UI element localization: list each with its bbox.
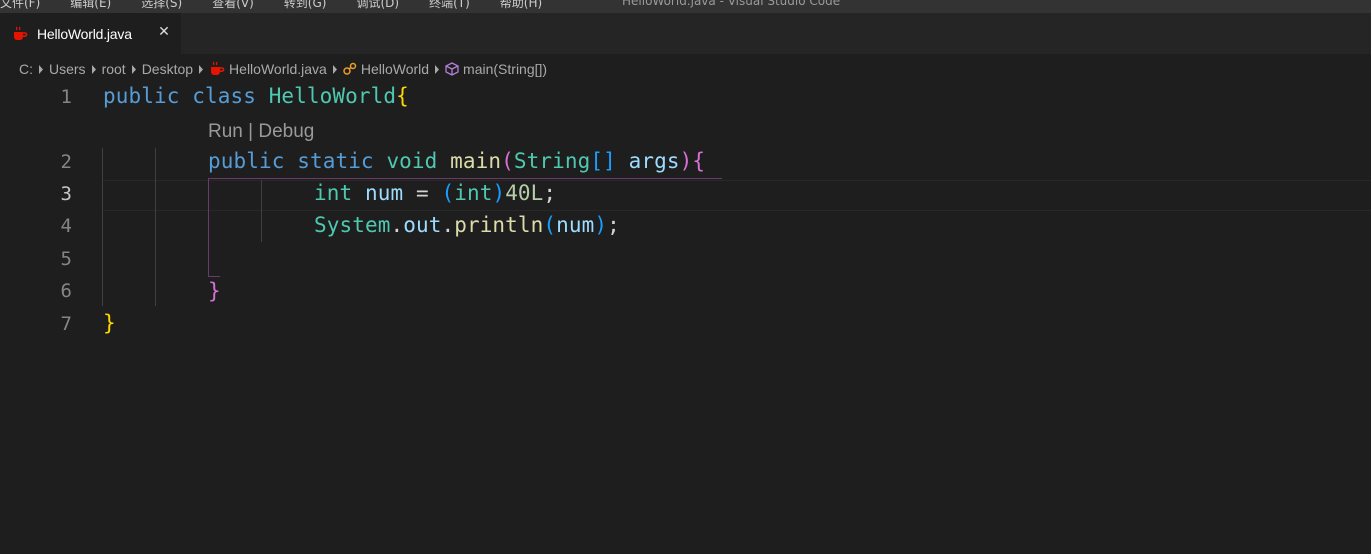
bracket-scope-line xyxy=(208,178,722,179)
menu-debug[interactable]: 调试(D) xyxy=(356,0,399,11)
breadcrumb: C: Users root Desktop HelloWorld.java He… xyxy=(0,54,1371,84)
breadcrumb-file[interactable]: HelloWorld.java xyxy=(209,61,327,77)
java-file-icon xyxy=(211,61,225,75)
line-number: 4 xyxy=(60,215,72,237)
current-line-highlight xyxy=(102,180,1371,211)
bracket-scope-box xyxy=(208,179,220,277)
title-bar: 文件(F) 编辑(E) 选择(S) 查看(V) 转到(G) 调试(D) 终端(T… xyxy=(0,0,1371,13)
codelens-run-debug[interactable]: Run | Debug xyxy=(208,121,314,143)
chevron-right-icon xyxy=(86,64,102,74)
tab-label: HelloWorld.java xyxy=(37,25,132,42)
line-number: 2 xyxy=(60,151,72,173)
menu-edit[interactable]: 编辑(E) xyxy=(70,0,111,11)
chevron-right-icon xyxy=(327,64,343,74)
menu-help[interactable]: 帮助(H) xyxy=(500,0,542,11)
menu-terminal[interactable]: 终端(T) xyxy=(429,0,470,11)
tab-helloworld-java[interactable]: HelloWorld.java ✕ xyxy=(0,13,181,54)
chevron-right-icon xyxy=(126,64,142,74)
indent-guide xyxy=(155,148,156,306)
code-editor[interactable]: 1 2 3 4 5 6 7 public class HelloWorld{ R… xyxy=(0,84,1371,554)
indent-guide xyxy=(261,180,262,242)
breadcrumb-class[interactable]: HelloWorld xyxy=(343,61,429,77)
chevron-right-icon xyxy=(193,64,209,74)
breadcrumb-desktop[interactable]: Desktop xyxy=(142,61,193,77)
menu-bar: 文件(F) 编辑(E) 选择(S) 查看(V) 转到(G) 调试(D) 终端(T… xyxy=(0,0,572,11)
breadcrumb-method-label: main(String[]) xyxy=(463,61,548,77)
code-line-3: int num = (int)40L; xyxy=(314,181,557,205)
code-line-1: public class HelloWorld{ xyxy=(103,84,409,108)
menu-view[interactable]: 查看(V) xyxy=(212,0,254,11)
window-title: HelloWorld.java - Visual Studio Code xyxy=(622,0,841,8)
breadcrumb-file-label: HelloWorld.java xyxy=(229,61,327,77)
line-number-active: 3 xyxy=(60,183,72,205)
code-line-4: System.out.println(num); xyxy=(314,213,620,237)
breadcrumb-class-label: HelloWorld xyxy=(360,61,430,77)
indent-guide xyxy=(102,148,103,306)
tab-bar: HelloWorld.java ✕ xyxy=(0,13,1371,54)
breadcrumb-method[interactable]: main(String[]) xyxy=(445,61,547,77)
close-tab-icon[interactable]: ✕ xyxy=(157,25,171,39)
chevron-right-icon xyxy=(429,64,445,74)
code-line-2: public static void main(String[] args){ xyxy=(208,149,706,173)
line-number: 1 xyxy=(60,86,72,108)
java-file-icon xyxy=(14,26,28,40)
line-number: 7 xyxy=(60,313,72,335)
line-number: 5 xyxy=(60,248,72,270)
code-line-6: } xyxy=(208,279,221,303)
breadcrumb-drive[interactable]: C: xyxy=(19,61,33,77)
chevron-right-icon xyxy=(33,64,49,74)
class-symbol-icon xyxy=(343,62,357,75)
code-line-7: } xyxy=(103,311,116,335)
menu-go[interactable]: 转到(G) xyxy=(284,0,327,11)
method-cube-icon xyxy=(445,62,459,76)
menu-selection[interactable]: 选择(S) xyxy=(141,0,182,11)
line-number: 6 xyxy=(60,280,72,302)
breadcrumb-root[interactable]: root xyxy=(102,61,126,77)
menu-file[interactable]: 文件(F) xyxy=(0,0,40,11)
breadcrumb-users[interactable]: Users xyxy=(49,61,86,77)
